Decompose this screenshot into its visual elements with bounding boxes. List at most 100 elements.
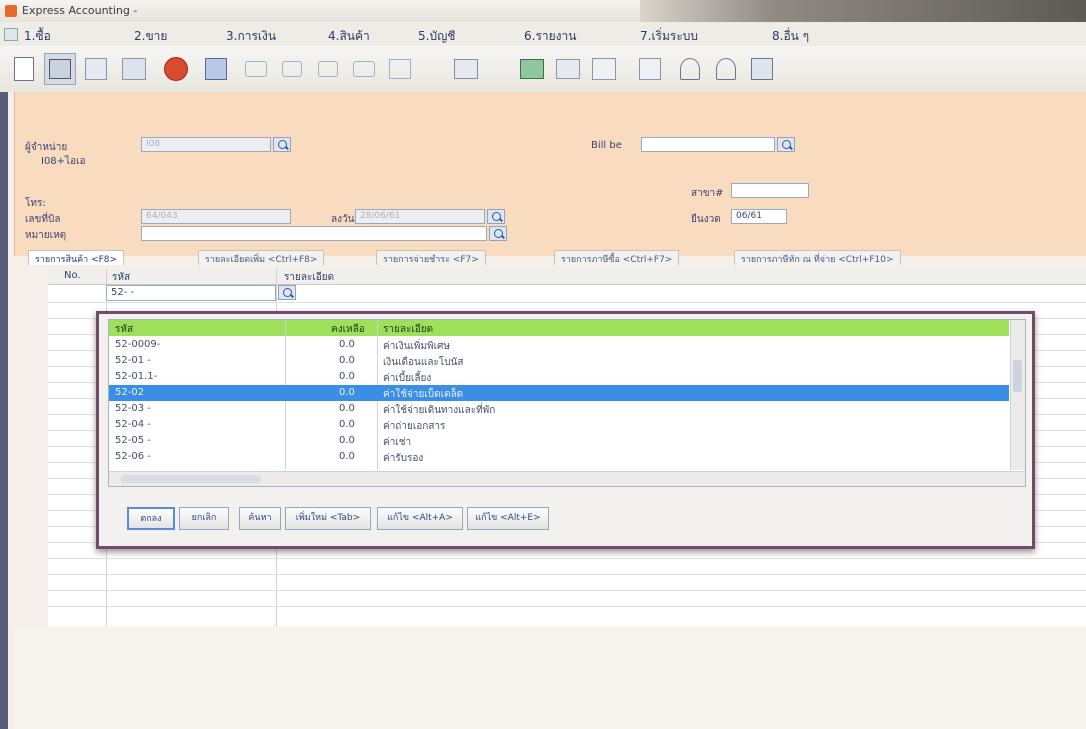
grid-row-line <box>48 606 1086 607</box>
new-icon[interactable] <box>8 53 40 85</box>
account-desc: ค่าใช้จ่ายเดินทางและที่พัก <box>383 405 496 416</box>
tab-items[interactable]: รายการสินค้า <F8> <box>28 250 125 265</box>
calendar-icon[interactable] <box>588 53 620 85</box>
billbe-lookup-button[interactable] <box>777 137 795 152</box>
save-icon[interactable] <box>200 53 232 85</box>
tab-withholding-tax[interactable]: รายการภาษีหัก ณ ที่จ่าย <Ctrl+F10> <box>734 250 901 265</box>
calc-icon[interactable] <box>552 53 584 85</box>
account-list[interactable]: รหัส คงเหลือ รายละเอียด 52-0009- 0.0 ค่า… <box>108 319 1026 487</box>
title-bar-gradient <box>640 0 1086 22</box>
note-field[interactable] <box>141 226 487 241</box>
account-code: 52-05 - <box>115 435 151 446</box>
date-field[interactable]: 28/06/61 <box>355 209 485 224</box>
tab-details[interactable]: รายละเอียดเพิ่ม <Ctrl+F8> <box>198 250 325 265</box>
cancel-button[interactable]: ยกเลิก <box>179 507 229 530</box>
date-picker-button[interactable] <box>487 209 505 224</box>
detail-tabs: รายการสินค้า <F8> รายละเอียดเพิ่ม <Ctrl+… <box>14 250 1086 266</box>
menu-report[interactable]: 6.รายงาน <box>524 27 576 46</box>
menu-finance[interactable]: 3.การเงิน <box>226 27 276 46</box>
account-desc: เงินเดือนและโบนัส <box>383 357 464 368</box>
last-icon[interactable] <box>348 53 380 85</box>
tab-purchase-tax[interactable]: รายการภาษีซื้อ <Ctrl+F7> <box>554 250 680 265</box>
period-field[interactable]: 06/61 <box>731 209 787 224</box>
grid-col-code: รหัส <box>112 272 131 283</box>
window-title: Express Accounting - <box>22 4 138 17</box>
cancel-icon[interactable] <box>160 53 192 85</box>
grid-col-desc: รายละเอียด <box>284 272 335 283</box>
preview-icon[interactable] <box>516 53 548 85</box>
account-row[interactable]: 52-01.1- 0.0 ค่าเบี้ยเลี้ยง <box>109 369 1009 385</box>
account-row[interactable]: 52-03 - 0.0 ค่าใช้จ่ายเดินทางและที่พัก <box>109 401 1009 417</box>
col-code-header[interactable]: รหัส <box>115 322 133 337</box>
note-lookup-button[interactable] <box>489 226 507 241</box>
account-balance: 0.0 <box>339 355 355 366</box>
account-balance: 0.0 <box>339 419 355 430</box>
menu-account[interactable]: 5.บัญชี <box>418 27 455 46</box>
grid-row-line <box>48 590 1086 591</box>
account-balance: 0.0 <box>339 339 355 350</box>
col-desc-header[interactable]: รายละเอียด <box>383 322 433 337</box>
account-row[interactable]: 52-06 - 0.0 ค่ารับรอง <box>109 449 1009 465</box>
search-button[interactable]: ค้นหา <box>239 507 281 530</box>
scrollbar-thumb[interactable] <box>121 475 261 483</box>
account-balance: 0.0 <box>339 435 355 446</box>
app-icon <box>5 5 17 17</box>
tab-payments[interactable]: รายการจ่ายชำระ <F7> <box>376 250 486 265</box>
supplier-lookup-button[interactable] <box>273 137 291 152</box>
branch-field[interactable] <box>731 183 809 198</box>
left-strip <box>0 92 8 729</box>
add-new-button[interactable]: เพิ่มใหม่ <Tab> <box>285 507 371 530</box>
header-form: ผู้จำหน่าย I08 I08+ไอเอ Bill be สาขา# โท… <box>14 92 1086 256</box>
edit-alt-a-button[interactable]: แก้ไข <Alt+A> <box>377 507 463 530</box>
supplier-code-field[interactable]: I08 <box>141 137 271 152</box>
scrollbar-thumb[interactable] <box>1013 360 1022 392</box>
menu-setup[interactable]: 7.เริ่มระบบ <box>640 27 698 46</box>
print-form-icon[interactable] <box>710 53 742 85</box>
account-lookup-popup: รหัส คงเหลือ รายละเอียด 52-0009- 0.0 ค่า… <box>96 311 1035 549</box>
menu-sales[interactable]: 2.ขาย <box>134 27 167 46</box>
account-row[interactable]: 52-04 - 0.0 ค่าถ่ายเอกสาร <box>109 417 1009 433</box>
menu-other[interactable]: 8.อื่น ๆ <box>772 27 809 46</box>
search-icon <box>282 288 292 297</box>
next-icon[interactable] <box>312 53 344 85</box>
account-code: 52-04 - <box>115 419 151 430</box>
print-icon[interactable] <box>450 53 482 85</box>
account-row[interactable]: 52-0009- 0.0 ค่าเงินเพิ่มพิเศษ <box>109 337 1009 353</box>
delete-icon[interactable] <box>118 53 150 85</box>
account-balance: 0.0 <box>339 403 355 414</box>
grid-row-line <box>48 302 1086 303</box>
grid-code-editor[interactable]: 52- - <box>106 285 276 301</box>
account-desc: ค่ารับรอง <box>383 453 424 464</box>
note-label: หมายเหตุ <box>25 230 67 241</box>
horizontal-scrollbar[interactable] <box>109 471 1025 486</box>
first-icon[interactable] <box>240 53 272 85</box>
view-icon[interactable] <box>384 53 416 85</box>
account-row[interactable]: 52-05 - 0.0 ค่าเช่า <box>109 433 1009 449</box>
account-row[interactable]: 52-01 - 0.0 เงินเดือนและโบนัส <box>109 353 1009 369</box>
menu-purchase[interactable]: 1.ซื้อ <box>24 27 51 46</box>
prev-icon[interactable] <box>276 53 308 85</box>
edit-icon[interactable] <box>44 53 76 85</box>
report-icon[interactable] <box>746 53 778 85</box>
edit-alt-e-button[interactable]: แก้ไข <Alt+E> <box>467 507 549 530</box>
copy-icon[interactable] <box>80 53 112 85</box>
col-balance-header[interactable]: คงเหลือ <box>331 322 365 337</box>
search-icon <box>277 140 287 149</box>
billbe-field[interactable] <box>641 137 775 152</box>
tools-icon[interactable] <box>674 53 706 85</box>
tax-id-field[interactable]: 64/043 <box>141 209 291 224</box>
info-icon[interactable] <box>634 53 666 85</box>
account-code: 52-06 - <box>115 451 151 462</box>
system-menu-icon[interactable] <box>4 28 18 41</box>
account-code: 52-01 - <box>115 355 151 366</box>
account-desc: ค่าเงินเพิ่มพิเศษ <box>383 341 450 352</box>
menu-inventory[interactable]: 4.สินค้า <box>328 27 370 46</box>
vertical-scrollbar[interactable] <box>1010 320 1025 470</box>
ok-button[interactable]: ตกลง <box>127 507 175 530</box>
account-desc: ค่าใช้จ่ายเบ็ดเตล็ด <box>383 389 464 400</box>
grid-code-lookup-button[interactable] <box>278 285 296 300</box>
account-row-selected[interactable]: 52-02 0.0 ค่าใช้จ่ายเบ็ดเตล็ด <box>109 385 1009 401</box>
period-label: ยืนงวด <box>691 214 721 225</box>
grid-col-no: No. <box>64 270 81 281</box>
account-code: 52-0009- <box>115 339 161 350</box>
